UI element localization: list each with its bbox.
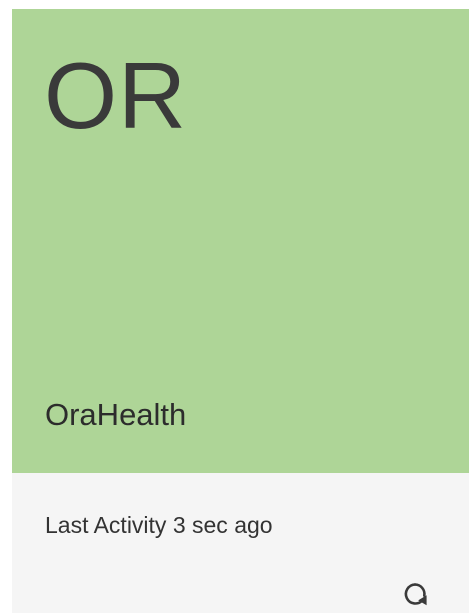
app-tile[interactable]: OR OraHealth [12, 9, 469, 473]
refresh-icon [404, 583, 427, 606]
app-name: OraHealth [45, 397, 187, 432]
app-card[interactable]: OR OraHealth Last Activity 3 sec ago [12, 9, 469, 613]
refresh-button[interactable] [397, 576, 433, 612]
last-activity-text: Last Activity 3 sec ago [45, 512, 273, 538]
card-footer: Last Activity 3 sec ago [12, 473, 469, 613]
app-initials: OR [44, 43, 187, 148]
